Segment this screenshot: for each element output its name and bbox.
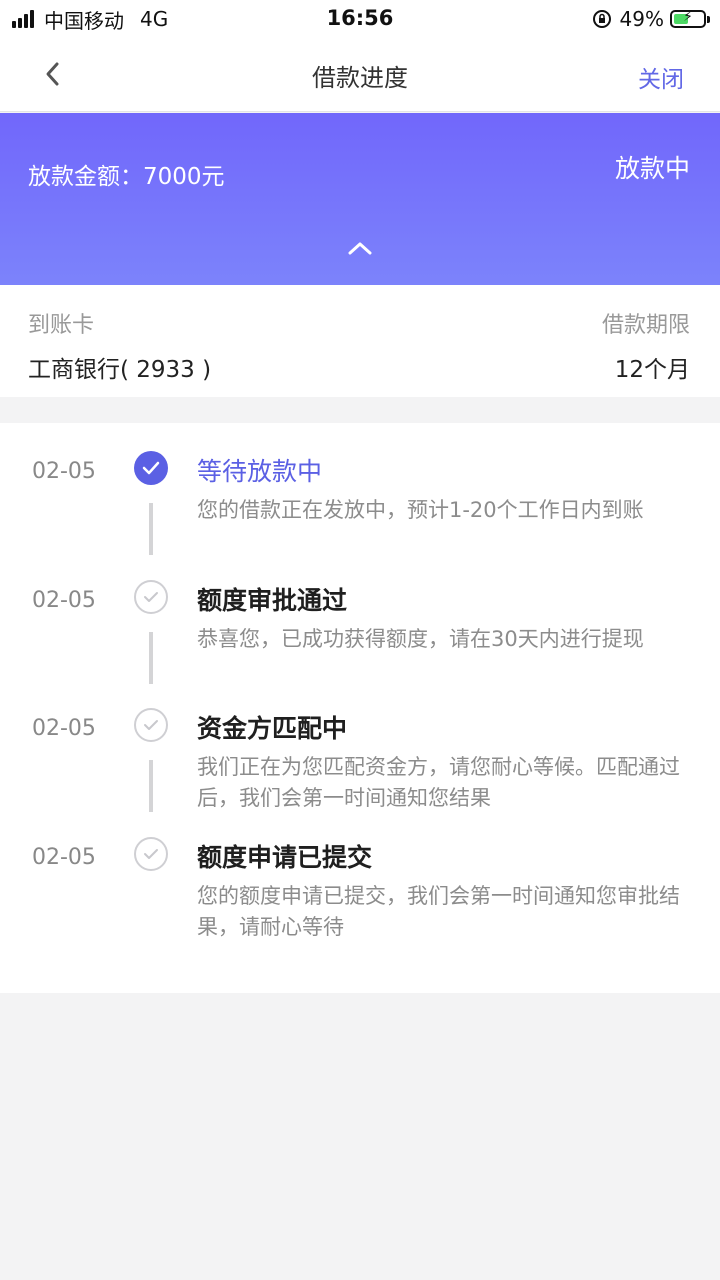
timeline-desc: 恭喜您，已成功获得额度，请在30天内进行提现	[197, 627, 644, 651]
timeline-desc: 我们正在为您匹配资金方，请您耐心等候。匹配通过后，我们会第一时间通知您结果	[197, 755, 680, 810]
check-circle-icon	[134, 451, 168, 485]
status-bar: 中国移动 4G 16:56 49% ⚡	[0, 0, 720, 38]
timeline-date: 02-05	[32, 459, 96, 484]
check-circle-icon	[134, 708, 168, 742]
timeline-title: 资金方匹配中	[197, 714, 348, 743]
rotation-lock-icon	[592, 10, 611, 28]
battery-icon: ⚡	[670, 9, 710, 28]
progress-timeline: 02-05 等待放款中 您的借款正在发放中，预计1-20个工作日内到账 02-0…	[0, 423, 720, 993]
loan-status: 放款中	[614, 154, 690, 183]
timeline-date: 02-05	[32, 716, 96, 741]
close-button[interactable]: 关闭	[638, 60, 684, 94]
chevron-up-icon	[348, 242, 372, 255]
collapse-button[interactable]	[340, 233, 380, 263]
timeline-desc: 您的额度申请已提交，我们会第一时间通知您审批结果，请耐心等待	[197, 884, 680, 939]
check-circle-icon	[134, 580, 168, 614]
timeline-desc: 您的借款正在发放中，预计1-20个工作日内到账	[197, 498, 644, 522]
timeline-connector	[149, 503, 153, 555]
charging-icon: ⚡	[683, 9, 693, 25]
timeline-connector	[149, 760, 153, 812]
card-label: 到账卡	[28, 313, 95, 338]
loan-info-card: 到账卡 借款期限 工商银行( 2933 ) 12个月	[0, 285, 720, 397]
navbar: 借款进度 关闭	[0, 38, 720, 112]
check-circle-icon	[134, 837, 168, 871]
status-bar-right: 49% ⚡	[592, 6, 710, 32]
timeline-date: 02-05	[32, 845, 96, 870]
term-label: 借款期限	[601, 313, 690, 338]
battery-percent: 49%	[619, 7, 664, 31]
loan-banner: 放款金额：7000元 放款中	[0, 113, 720, 285]
loan-amount: 放款金额：7000元	[28, 164, 225, 190]
timeline-title: 等待放款中	[197, 457, 323, 486]
timeline-title: 额度审批通过	[197, 586, 348, 615]
card-value: 工商银行( 2933 )	[28, 357, 212, 383]
page-title: 借款进度	[312, 64, 408, 92]
term-value: 12个月	[614, 357, 690, 383]
timeline-date: 02-05	[32, 588, 96, 613]
battery-cap	[707, 16, 710, 23]
timeline-connector	[149, 632, 153, 684]
timeline-title: 额度申请已提交	[197, 843, 373, 872]
